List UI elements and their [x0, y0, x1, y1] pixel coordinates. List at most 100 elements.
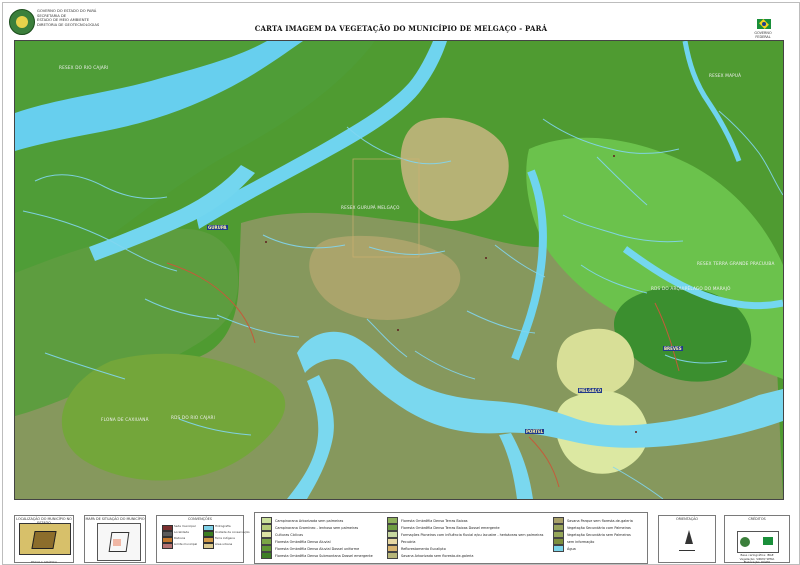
map-title: CARTA IMAGEM DA VEGETAÇÃO DO MUNICÍPIO D…: [254, 24, 548, 33]
convention-label-boundary: Limite municipal: [174, 542, 198, 546]
state-map-title: MAPA DE SITUAÇÃO DO MUNICÍPIO: [85, 517, 145, 521]
legend-swatch: [261, 538, 272, 545]
vegetation-legend-panel: Campinarana Arborizada sem palmeiras Cam…: [254, 512, 648, 564]
resex-cajari-label: RESEX DO RIO CAJARI: [59, 65, 109, 70]
coordinate-ticks-right: [784, 40, 794, 498]
legend-swatch: [553, 538, 564, 545]
legend-swatch: [261, 517, 272, 524]
legend-label: Floresta Ombrófila Densa Aluvial: [275, 539, 331, 544]
locality-marker: [485, 257, 487, 259]
legend-item-agua: Água: [553, 545, 576, 552]
legend-item-terras-baixas-emergente: Floresta Ombrófila Densa Terras Baixas D…: [387, 524, 500, 531]
municipality-location-map: [97, 523, 141, 561]
orientation-title: ORIENTAÇÃO: [675, 517, 699, 521]
legend-label: Floresta Ombrófila Densa Submontana Doss…: [275, 553, 373, 558]
convention-label-seat: Sede municipal: [174, 524, 196, 528]
convention-label-locality: Localidade: [174, 530, 190, 534]
legend-swatch: [387, 552, 398, 559]
rds-marajo-label: RDS DO ARQUIPÉLAGO DO MARAJÓ: [651, 286, 731, 291]
legend-label: Culturas Cíclicas: [275, 532, 304, 537]
legend-item-campinarana-gramineo: Campinarana Gramíneo - lenhosa sem palme…: [261, 524, 358, 531]
legend-swatch: [553, 545, 564, 552]
town-portel: PORTEL: [525, 429, 545, 434]
institution-logos: [737, 531, 779, 553]
legend-item-campinarana-arborizada: Campinarana Arborizada sem palmeiras: [261, 517, 343, 524]
coordinate-ticks-left: [3, 40, 13, 498]
town-melgaco: MELGAÇO: [578, 388, 602, 393]
convention-swatch-boundary: [162, 543, 173, 549]
credits-panel: CRÉDITOS Base cartográfica: IBGE Vegetaç…: [724, 515, 790, 565]
legend-label: Vegetação Secundária sem Palmeiras: [567, 532, 631, 537]
legend-label: Savana Parque sem floresta-de-galeria: [567, 518, 633, 523]
locality-marker: [397, 329, 399, 331]
legend-item-terras-baixas: Floresta Ombrófila Densa Terras Baixas: [387, 517, 468, 524]
locality-marker: [635, 431, 637, 433]
legend-item-pecuaria: Pecuária: [387, 538, 416, 545]
north-arrow-icon: [674, 528, 698, 558]
legend-swatch: [261, 545, 272, 552]
legend-item-sem-informacao: sem informação: [553, 538, 594, 545]
brazil-flag-icon: [757, 19, 771, 29]
credits-text: Base cartográfica: IBGE Vegetação: SIPAM…: [729, 553, 785, 565]
convention-label-hydro: Hidrografia: [215, 524, 231, 528]
resex-terra-grande-label: RESEX TERRA GRANDE PRACUUBA: [697, 261, 775, 266]
legend-label: Campinarana Arborizada sem palmeiras: [275, 518, 344, 523]
conventions-title: CONVENÇÕES: [188, 517, 212, 521]
legend-item-submontana: Floresta Ombrófila Densa Submontana Doss…: [261, 552, 373, 559]
flona-caxiuana-label: FLONA DE CAXIUANÃ: [101, 417, 149, 422]
locality-marker: [613, 155, 615, 157]
credits-title: CRÉDITOS: [748, 517, 766, 521]
legend-label: Floresta Ombrófila Densa Aluvial Dossel …: [275, 546, 360, 551]
legend-label: Floresta Ombrófila Densa Terras Baixas D…: [401, 525, 500, 530]
legend-item-savana-parque: Savana Parque sem floresta-de-galeria: [553, 517, 633, 524]
legend-item-reflorestamento: Reflorestamento Eucalipto: [387, 545, 446, 552]
credit-line-3: Elaboração: DIGEO: [743, 560, 771, 564]
convention-label-indigenous: Terra indígena: [215, 536, 235, 540]
legend-label: Reflorestamento Eucalipto: [401, 546, 446, 551]
legend-swatch: [553, 524, 564, 531]
legend-swatch: [387, 517, 398, 524]
resex-mapua-label: RESEX MAPUÁ: [709, 73, 742, 78]
rds-cajari-label: RDS DO RIO CAJARI: [171, 415, 216, 420]
legend-item-savana-arborizada: Savana Arborizada sem floresta-de-galeri…: [387, 552, 473, 559]
legend-label: Savana Arborizada sem floresta-de-galeri…: [401, 553, 474, 558]
legend-swatch: [387, 545, 398, 552]
legend-label: Vegetação Secundária com Palmeiras: [567, 525, 631, 530]
conventions-panel: CONVENÇÕES Sede municipal Localidade Rod…: [156, 515, 250, 563]
legend-item-aluvial: Floresta Ombrófila Densa Aluvial: [261, 538, 331, 545]
convention-swatch-urban: [203, 543, 214, 549]
legend-item-culturas-ciclicas: Culturas Cíclicas: [261, 531, 303, 538]
convention-label-conservation: Unidade de conservação: [215, 530, 250, 534]
legend-area: LOCALIZAÇÃO DO MUNICÍPIO NO ESTADO ESCAL…: [2, 505, 798, 565]
legend-swatch: [553, 517, 564, 524]
legend-label: sem informação: [567, 539, 595, 544]
legend-swatch: [261, 552, 272, 559]
legend-swatch: [553, 531, 564, 538]
legend-swatch: [261, 524, 272, 531]
locator-panel: LOCALIZAÇÃO DO MUNICÍPIO NO ESTADO ESCAL…: [14, 515, 74, 564]
legend-item-secundaria-sem-palmeiras: Vegetação Secundária sem Palmeiras: [553, 531, 631, 538]
convention-label-road: Rodovia: [174, 536, 186, 540]
orientation-panel: ORIENTAÇÃO: [658, 515, 716, 563]
legend-swatch: [387, 524, 398, 531]
legend-label: Floresta Ombrófila Densa Terras Baixas: [401, 518, 468, 523]
state-map-panel: MAPA DE SITUAÇÃO DO MUNICÍPIO: [84, 515, 146, 563]
legend-item-aluvial-uniforme: Floresta Ombrófila Densa Aluvial Dossel …: [261, 545, 359, 552]
vegetation-map[interactable]: RESEX DO RIO CAJARI RESEX MAPUÁ RESEX GU…: [14, 40, 784, 500]
legend-label: Campinarana Gramíneo - lenhosa sem palme…: [275, 525, 359, 530]
map-canvas: [15, 41, 783, 499]
legend-label: Água: [567, 546, 576, 551]
town-breves: BREVES: [663, 346, 683, 351]
legend-swatch: [261, 531, 272, 538]
legend-swatch: [387, 538, 398, 545]
legend-label: Pecuária: [401, 539, 416, 544]
legend-item-secundaria-palmeiras: Vegetação Secundária com Palmeiras: [553, 524, 631, 531]
legend-label: Formações Pioneiras com influência fluvi…: [401, 532, 544, 537]
resex-gurupa-label: RESEX GURUPÁ MELGAÇO: [341, 205, 400, 210]
state-locator-map: [19, 523, 71, 555]
convention-label-urban: Área urbana: [215, 542, 233, 546]
legend-item-formacoes-pioneiras: Formações Pioneiras com influência fluvi…: [387, 531, 543, 538]
locality-marker: [265, 241, 267, 243]
town-gurupa: GURUPÁ: [207, 225, 228, 230]
legend-swatch: [387, 531, 398, 538]
